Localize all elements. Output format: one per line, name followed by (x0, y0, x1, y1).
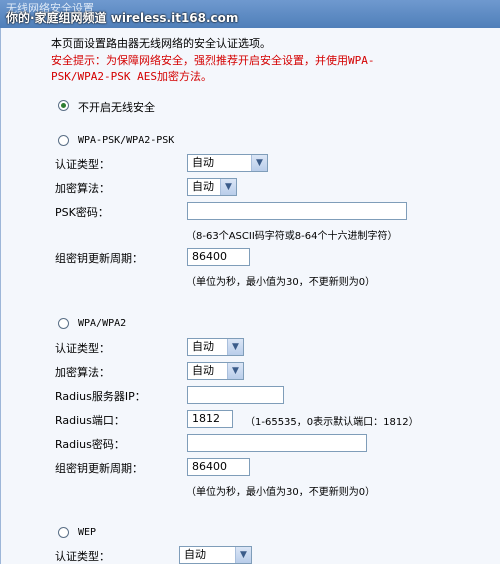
wep-auth-type-select[interactable]: 自动 ▼ (179, 546, 252, 564)
wpa-encryption-value: 自动 (192, 364, 214, 377)
wpa-group-key-hint: （单位为秒，最小值为30，不更新则为0） (186, 487, 376, 498)
wep-label: WEP (78, 527, 97, 538)
radius-port-input[interactable]: 1812 (187, 410, 233, 428)
wep-auth-type-value: 自动 (184, 548, 206, 561)
wpa-psk-auth-type-value: 自动 (192, 156, 214, 169)
chevron-down-icon: ▼ (235, 547, 251, 563)
radius-port-label: Radius端口： (55, 414, 125, 427)
radius-password-label: Radius密码： (55, 438, 125, 451)
wpa-psk-encryption-select[interactable]: 自动 ▼ (187, 178, 237, 196)
watermark: 你的·家庭组网频道 wireless.it168.com (6, 11, 239, 25)
intro-text: 本页面设置路由器无线网络的安全认证选项。 (51, 37, 271, 50)
wpa-psk-label: WPA-PSK/WPA2-PSK (78, 135, 175, 146)
psk-password-hint: （8-63个ASCII码字符或8-64个十六进制字符） (186, 231, 398, 242)
wpa-psk-auth-type-select[interactable]: 自动 ▼ (187, 154, 268, 172)
no-security-label: 不开启无线安全 (78, 101, 155, 114)
wpa-encryption-label: 加密算法： (55, 366, 110, 379)
wpa-psk-group-key-label: 组密钥更新周期： (55, 252, 143, 265)
chevron-down-icon: ▼ (227, 363, 243, 379)
wep-radio[interactable] (58, 527, 69, 538)
wpa-psk-group-key-hint: （单位为秒，最小值为30，不更新则为0） (186, 277, 376, 288)
chevron-down-icon: ▼ (220, 179, 236, 195)
chevron-down-icon: ▼ (227, 339, 243, 355)
radius-ip-label: Radius服务器IP： (55, 390, 146, 403)
radius-password-input[interactable] (187, 434, 367, 452)
wpa-group-key-input[interactable]: 86400 (187, 458, 250, 476)
title-bar: 无线网络安全设置 你的·家庭组网频道 wireless.it168.com (0, 0, 500, 28)
router-settings-window: 无线网络安全设置 你的·家庭组网频道 wireless.it168.com 本页… (0, 0, 500, 564)
psk-password-input[interactable] (187, 202, 407, 220)
no-security-radio[interactable] (58, 100, 69, 111)
chevron-down-icon: ▼ (251, 155, 267, 171)
wpa-encryption-select[interactable]: 自动 ▼ (187, 362, 244, 380)
wpa-auth-type-value: 自动 (192, 340, 214, 353)
wpa-group-key-label: 组密钥更新周期： (55, 462, 143, 475)
wpa-auth-type-label: 认证类型： (55, 342, 110, 355)
wpa-radio[interactable] (58, 318, 69, 329)
wpa-psk-group-key-input[interactable]: 86400 (187, 248, 250, 266)
radius-ip-input[interactable] (187, 386, 284, 404)
wpa-psk-encryption-value: 自动 (192, 180, 214, 193)
wpa-psk-auth-type-label: 认证类型： (55, 158, 110, 171)
psk-password-label: PSK密码： (55, 206, 109, 219)
security-warning-line-1: 安全提示：为保障网络安全，强烈推荐开启安全设置，并使用WPA- (51, 54, 375, 67)
wpa-label: WPA/WPA2 (78, 318, 127, 329)
wpa-psk-radio[interactable] (58, 135, 69, 146)
wpa-auth-type-select[interactable]: 自动 ▼ (187, 338, 244, 356)
security-warning-line-2: PSK/WPA2-PSK AES加密方法。 (51, 70, 212, 83)
wpa-psk-encryption-label: 加密算法： (55, 182, 110, 195)
radius-port-hint: （1-65535，0表示默认端口：1812） (245, 417, 419, 428)
wep-auth-type-label: 认证类型： (55, 550, 110, 563)
